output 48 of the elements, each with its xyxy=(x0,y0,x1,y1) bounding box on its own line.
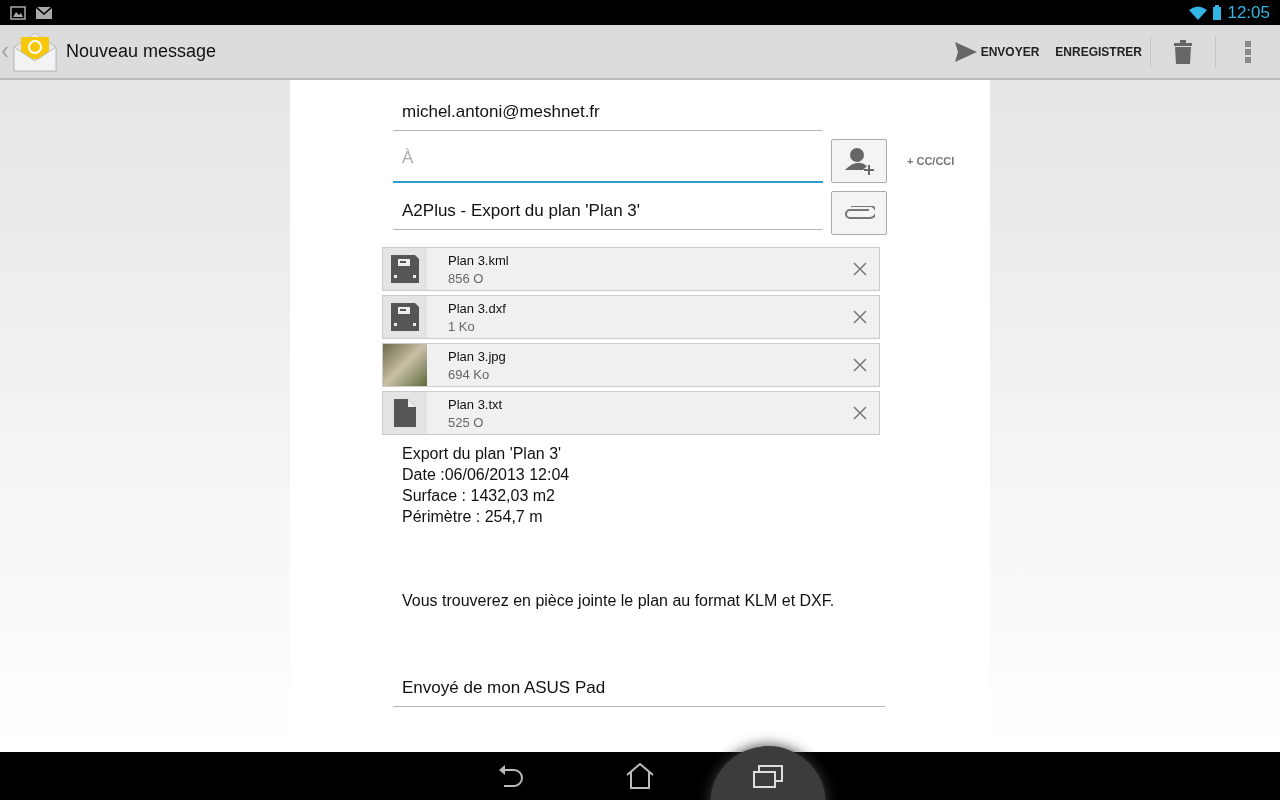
attachment-size: 694 Ko xyxy=(448,366,491,382)
body-text: Surface : 1432,03 m2 xyxy=(401,486,556,506)
attachment-card[interactable]: Plan 3.txt 525 O xyxy=(382,391,880,435)
body-text: Export du plan 'Plan 3' xyxy=(401,444,563,464)
document-icon xyxy=(394,399,416,427)
email-app-icon xyxy=(12,30,58,73)
save-button[interactable]: ENREGISTRER xyxy=(1047,35,1151,68)
body-text: Date :06/06/2013 12:04 xyxy=(401,465,571,485)
close-icon[interactable] xyxy=(853,310,867,324)
attachment-card[interactable]: Plan 3.jpg 694 Ko xyxy=(382,343,880,387)
back-chevron-icon[interactable] xyxy=(2,45,8,58)
body-text: Vous trouverez en pièce jointe le plan au format KLM et DXF. xyxy=(401,591,836,611)
clock: 12:05 xyxy=(1227,2,1270,23)
close-icon[interactable] xyxy=(853,358,867,372)
mail-icon xyxy=(36,6,52,19)
home-icon[interactable] xyxy=(626,763,654,789)
back-icon[interactable] xyxy=(498,764,526,788)
attachment-name: Plan 3.dxf xyxy=(448,300,507,316)
picture-icon xyxy=(10,5,26,20)
attachment-name: Plan 3.txt xyxy=(448,396,504,412)
attachment-name: Plan 3.jpg xyxy=(448,348,507,364)
add-person-icon xyxy=(844,146,874,176)
attachment-size: 1 Ko xyxy=(448,318,476,334)
close-icon[interactable] xyxy=(853,406,867,420)
attachment-size: 525 O xyxy=(448,414,485,430)
attachment-size: 856 O xyxy=(448,270,485,286)
battery-icon xyxy=(1213,5,1222,20)
photo-placeholder xyxy=(383,344,427,386)
subject-field[interactable]: A2Plus - Export du plan 'Plan 3' xyxy=(393,196,823,230)
attach-button[interactable] xyxy=(831,191,887,235)
attachment-card[interactable]: Plan 3.dxf 1 Ko xyxy=(382,295,880,339)
signature-field[interactable]: Envoyé de mon ASUS Pad xyxy=(393,674,885,707)
add-contact-button[interactable] xyxy=(831,139,887,183)
paperclip-icon xyxy=(843,206,875,220)
wifi-icon xyxy=(1189,5,1208,20)
close-icon[interactable] xyxy=(853,262,867,276)
recent-apps-icon[interactable] xyxy=(753,764,783,788)
cc-bcc-link[interactable]: + CC/CCI xyxy=(907,155,955,167)
trash-icon[interactable] xyxy=(1174,39,1192,64)
send-button[interactable]: ENVOYER xyxy=(946,35,1048,68)
to-field[interactable]: À xyxy=(393,139,823,183)
screen-title: Nouveau message xyxy=(66,41,217,62)
overflow-menu-icon[interactable] xyxy=(1245,40,1251,63)
from-field[interactable]: michel.antoni@meshnet.fr xyxy=(393,98,823,131)
send-icon xyxy=(954,41,977,62)
body-text: Périmètre : 254,7 m xyxy=(401,507,544,527)
attachment-name: Plan 3.kml xyxy=(448,252,510,268)
attachment-card[interactable]: Plan 3.kml 856 O xyxy=(382,247,880,291)
